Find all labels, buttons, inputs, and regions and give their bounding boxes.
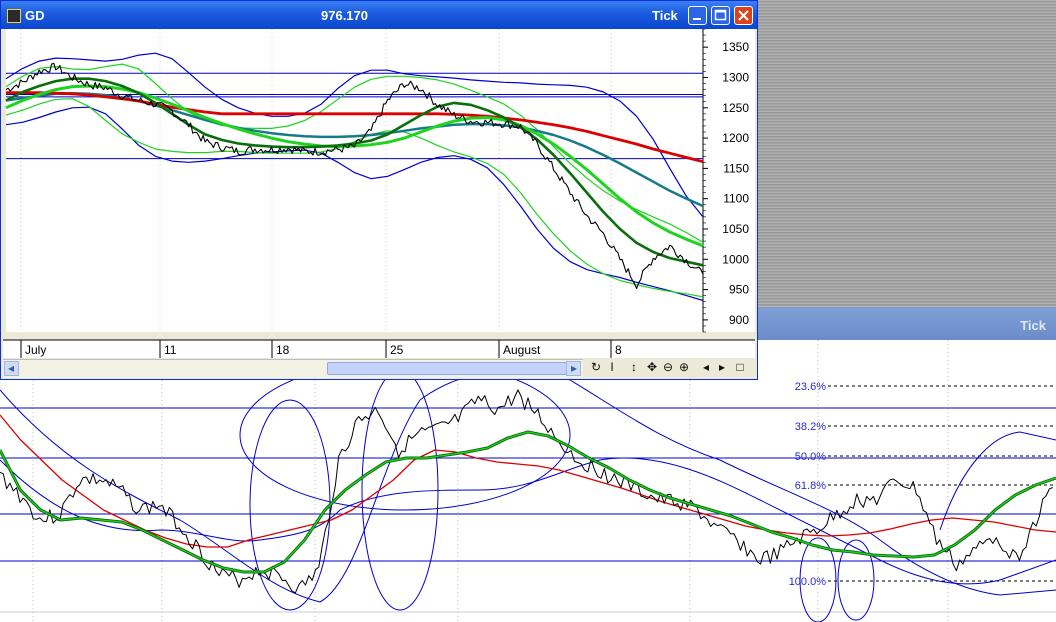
fib-level-label: 61.8% — [795, 480, 826, 492]
horizontal-scrollbar[interactable]: ◂ ▸ — [3, 359, 583, 378]
cursor-icon[interactable]: I — [605, 360, 619, 374]
scroll-right-button[interactable]: ▸ — [566, 361, 581, 376]
fib-level-label: 100.0% — [789, 576, 827, 588]
chevron-right-icon: ▸ — [571, 361, 578, 375]
maximize-icon — [714, 9, 727, 21]
x-tick-label: 11 — [164, 343, 177, 357]
y-tick-label: 1250 — [722, 101, 749, 115]
pan-icon[interactable]: ✥ — [645, 360, 659, 374]
y-tick-label: 900 — [729, 313, 749, 327]
y-tick-label: 1350 — [722, 40, 749, 54]
next-icon[interactable]: ▸ — [715, 360, 729, 374]
background-window-mode: Tick — [1020, 318, 1046, 333]
minimize-icon — [693, 18, 701, 20]
fibonacci-chart[interactable]: 23.6% 38.2% 50.0% 61.8% 100.0% — [0, 340, 1056, 622]
close-button[interactable] — [734, 6, 753, 25]
y-tick-label: 1000 — [722, 252, 749, 266]
x-tick-label: 8 — [615, 343, 622, 357]
y-tick-label: 1100 — [723, 192, 749, 206]
chart-mode: Tick — [652, 8, 678, 23]
y-tick-label: 1200 — [722, 131, 749, 145]
y-tick-label: 950 — [729, 283, 749, 297]
background-noise-pattern — [758, 0, 1056, 307]
envelope-curve — [939, 431, 1056, 531]
fib-level-label: 38.2% — [795, 421, 826, 433]
price-chart[interactable]: July 11 18 25 August 8 900 950 1000 1050 1100 1150 1… — [3, 29, 755, 359]
scroll-left-button[interactable]: ◂ — [4, 361, 19, 376]
y-tick-label: 1300 — [722, 70, 749, 84]
y-tick-label: 1050 — [722, 222, 749, 236]
envelope-curve — [0, 457, 1056, 585]
maximize-button[interactable] — [711, 6, 730, 25]
y-tick-label: 1150 — [723, 161, 749, 175]
minimize-button[interactable] — [688, 6, 707, 25]
background-window-titlebar: Tick — [758, 307, 1056, 340]
x-axis-area — [3, 340, 755, 358]
fib-level-label: 50.0% — [795, 451, 826, 463]
fib-arc — [249, 399, 331, 611]
last-price: 976.170 — [321, 8, 368, 23]
close-icon — [738, 10, 749, 21]
chart-window-icon — [7, 9, 21, 23]
x-tick-label: July — [25, 343, 46, 357]
series-price — [0, 389, 1053, 594]
envelope-curve — [0, 369, 1056, 603]
x-tick-label: August — [503, 343, 541, 357]
refresh-icon[interactable]: ↻ — [589, 360, 603, 374]
series-ma-green — [0, 431, 1056, 573]
zoom-in-icon[interactable]: ⊕ — [677, 360, 691, 374]
scrollbar-thumb[interactable] — [327, 362, 577, 375]
x-tick-label: 18 — [276, 343, 290, 357]
chart-toolbar: ↻ I ↕ ✥ ⊖ ⊕ ◂ ▸ □ — [585, 359, 755, 377]
chart-window[interactable]: GD 976.170 Tick July 11 18 25 August 8 900 950 1… — [0, 0, 758, 380]
zoom-out-icon[interactable]: ⊖ — [661, 360, 675, 374]
series-ma-green — [0, 430, 1056, 574]
chart-window-titlebar[interactable]: GD 976.170 Tick — [1, 1, 757, 29]
prev-icon[interactable]: ◂ — [699, 360, 713, 374]
series-ma-red — [0, 414, 1056, 548]
arrange-icon[interactable]: ↕ — [627, 360, 641, 374]
fib-level-label: 23.6% — [795, 381, 826, 393]
x-tick-label: 25 — [390, 343, 404, 357]
fib-arc — [361, 369, 439, 611]
restore-icon[interactable]: □ — [733, 360, 747, 374]
window-title: GD — [25, 8, 45, 23]
chevron-left-icon: ◂ — [8, 361, 15, 375]
